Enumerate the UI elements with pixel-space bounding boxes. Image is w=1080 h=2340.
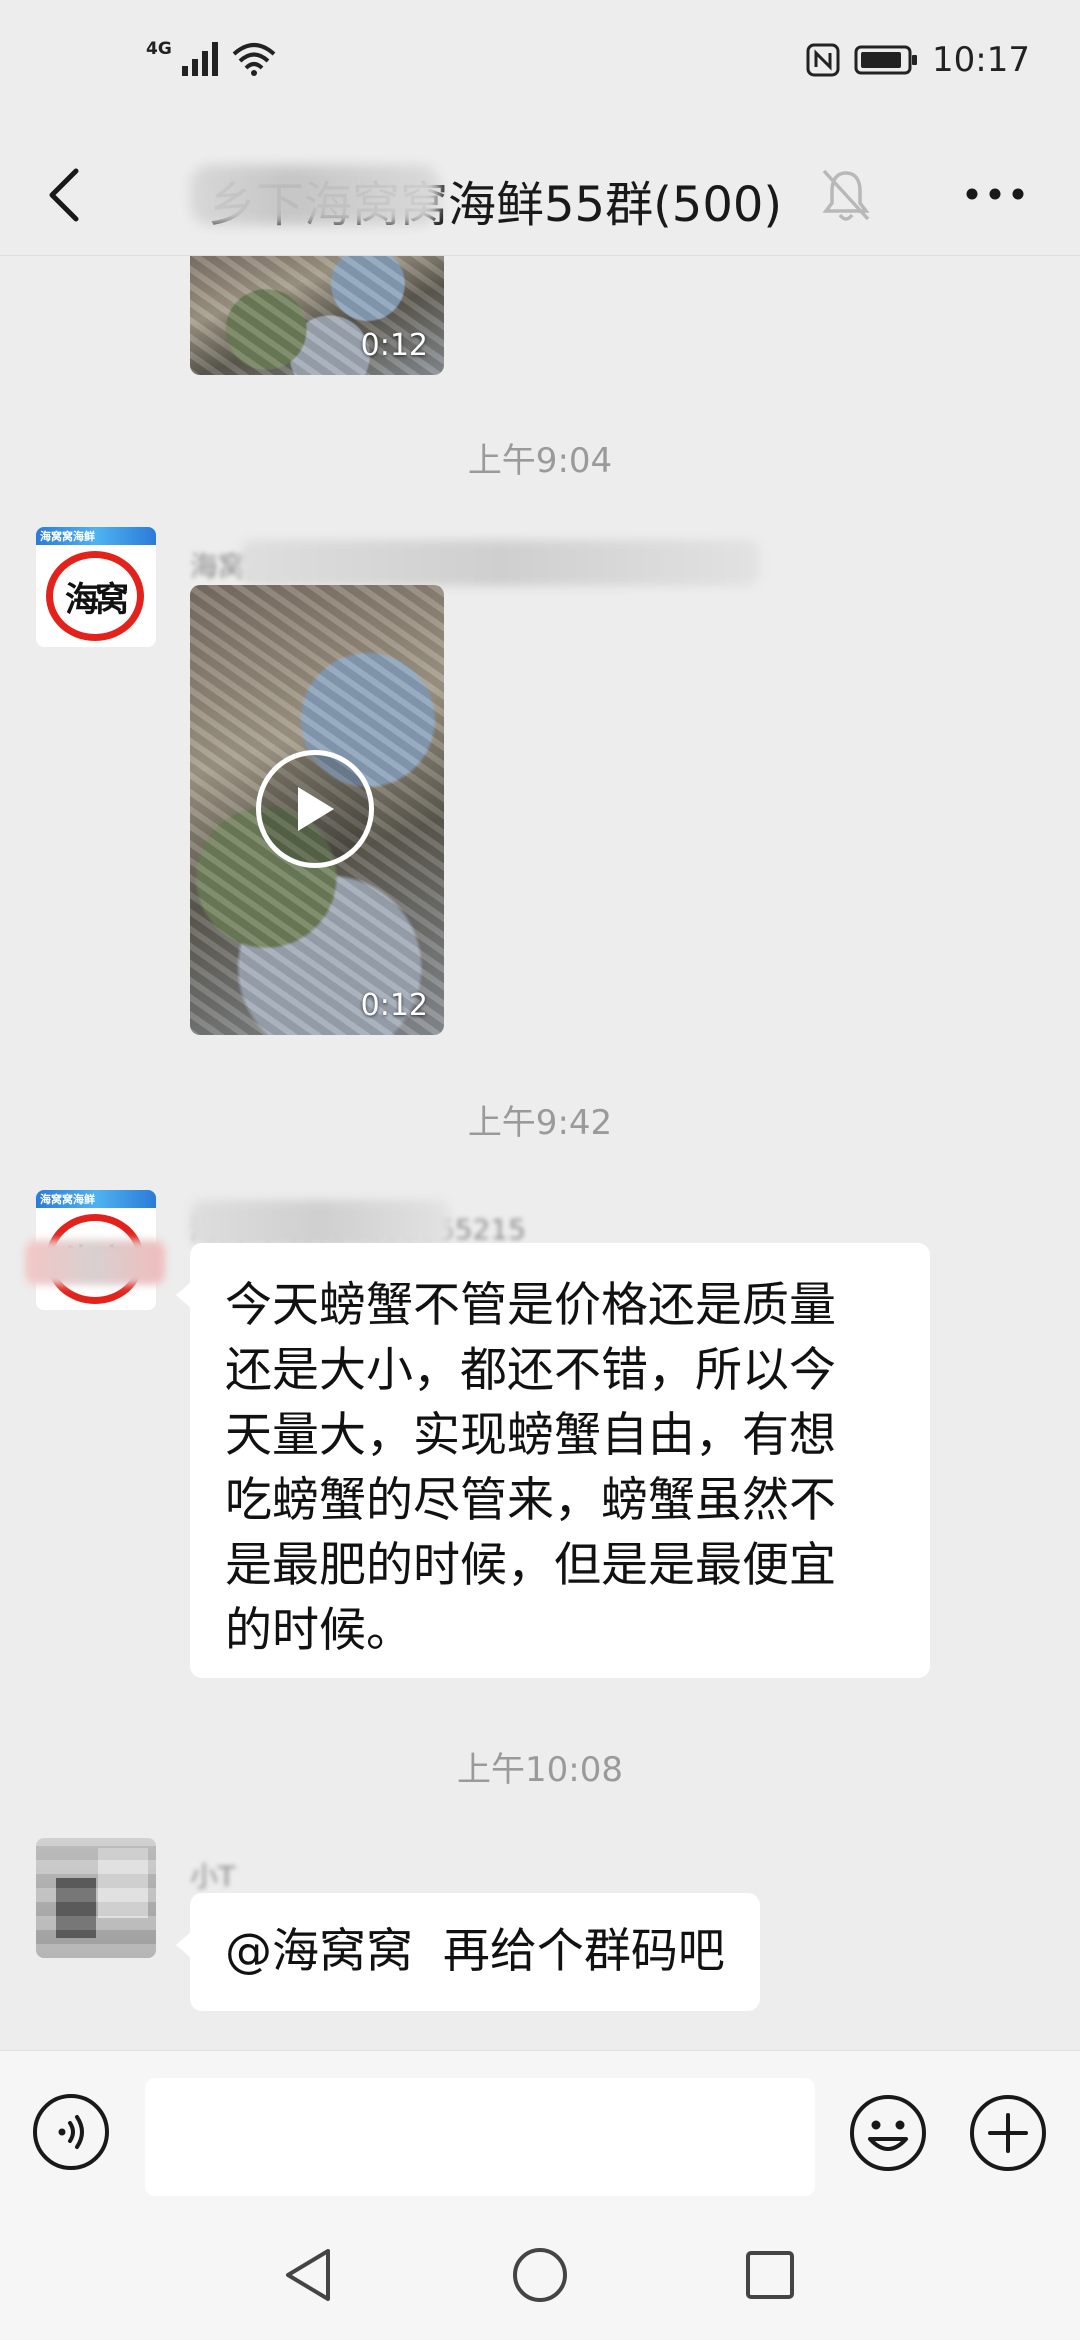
message-timestamp: 上午10:08	[457, 1750, 623, 1790]
title-redaction	[190, 165, 440, 225]
signal-icon	[181, 42, 218, 76]
voice-button[interactable]	[32, 2093, 110, 2171]
voice-icon	[33, 2094, 109, 2170]
emoji-button[interactable]	[848, 2093, 928, 2173]
avatar-redaction	[25, 1240, 165, 1285]
sender-redaction	[240, 540, 760, 586]
more-dots-icon	[966, 188, 1024, 200]
video-duration: 0:12	[360, 988, 428, 1023]
circle-home-icon	[513, 2248, 567, 2302]
more-button[interactable]	[955, 159, 1035, 229]
message-timestamp: 上午9:04	[467, 441, 613, 481]
avatar-logo: 海窝	[46, 551, 144, 641]
system-recent-button[interactable]	[740, 2245, 800, 2305]
video-duration: 0:12	[360, 328, 428, 363]
system-navigation	[0, 2210, 1080, 2340]
back-button[interactable]	[30, 161, 98, 229]
system-home-button[interactable]	[510, 2245, 570, 2305]
plus-button[interactable]	[968, 2093, 1048, 2173]
message-timestamp: 上午9:42	[467, 1103, 613, 1143]
battery-icon	[854, 45, 918, 75]
video-message[interactable]: 0:12	[190, 585, 444, 1035]
play-button[interactable]	[256, 750, 374, 868]
status-right: 10:17	[806, 40, 1030, 80]
chat-header: 乡下海窝窝海鲜55群(500)	[0, 135, 1080, 256]
sender-redaction	[190, 1200, 450, 1246]
video-message[interactable]: 0:12	[190, 255, 444, 375]
avatar-banner: 海窝窝海鲜	[36, 1190, 156, 1208]
avatar-banner: 海窝窝海鲜	[36, 527, 156, 545]
play-icon	[298, 787, 334, 831]
status-bar: 4G 10:17	[0, 0, 1080, 135]
message-text: @海窝窝 再给个群码吧	[225, 1924, 725, 1979]
chat-history[interactable]: 0:12 上午9:04 海窝窝海鲜 海窝 海窝窝海鲜15318855215 0:…	[0, 255, 1080, 2050]
avatar[interactable]: 海窝窝海鲜 海窝	[36, 527, 156, 647]
text-message[interactable]: @海窝窝 再给个群码吧	[176, 1893, 760, 2011]
wifi-icon	[232, 43, 276, 76]
text-message[interactable]: 今天螃蟹不管是价格还是质量 还是大小，都还不错，所以今 天量大，实现螃蟹自由，有…	[176, 1243, 930, 1678]
chevron-left-icon	[49, 168, 79, 222]
square-recent-icon	[746, 2251, 794, 2299]
nfc-icon	[806, 43, 840, 77]
triangle-back-icon	[286, 2249, 330, 2301]
input-bar	[0, 2050, 1080, 2211]
network-type: 4G	[146, 39, 172, 59]
bell-off-icon	[822, 169, 870, 221]
emoji-icon	[850, 2095, 926, 2171]
clock: 10:17	[932, 40, 1030, 80]
plus-icon	[970, 2095, 1046, 2171]
system-back-button[interactable]	[278, 2245, 338, 2305]
message-text: 今天螃蟹不管是价格还是质量 还是大小，都还不错，所以今 天量大，实现螃蟹自由，有…	[225, 1278, 836, 1658]
avatar[interactable]	[36, 1838, 156, 1958]
sender-name: 小T	[190, 1860, 236, 1893]
message-input[interactable]	[145, 2078, 815, 2196]
status-left: 4G	[146, 39, 276, 76]
